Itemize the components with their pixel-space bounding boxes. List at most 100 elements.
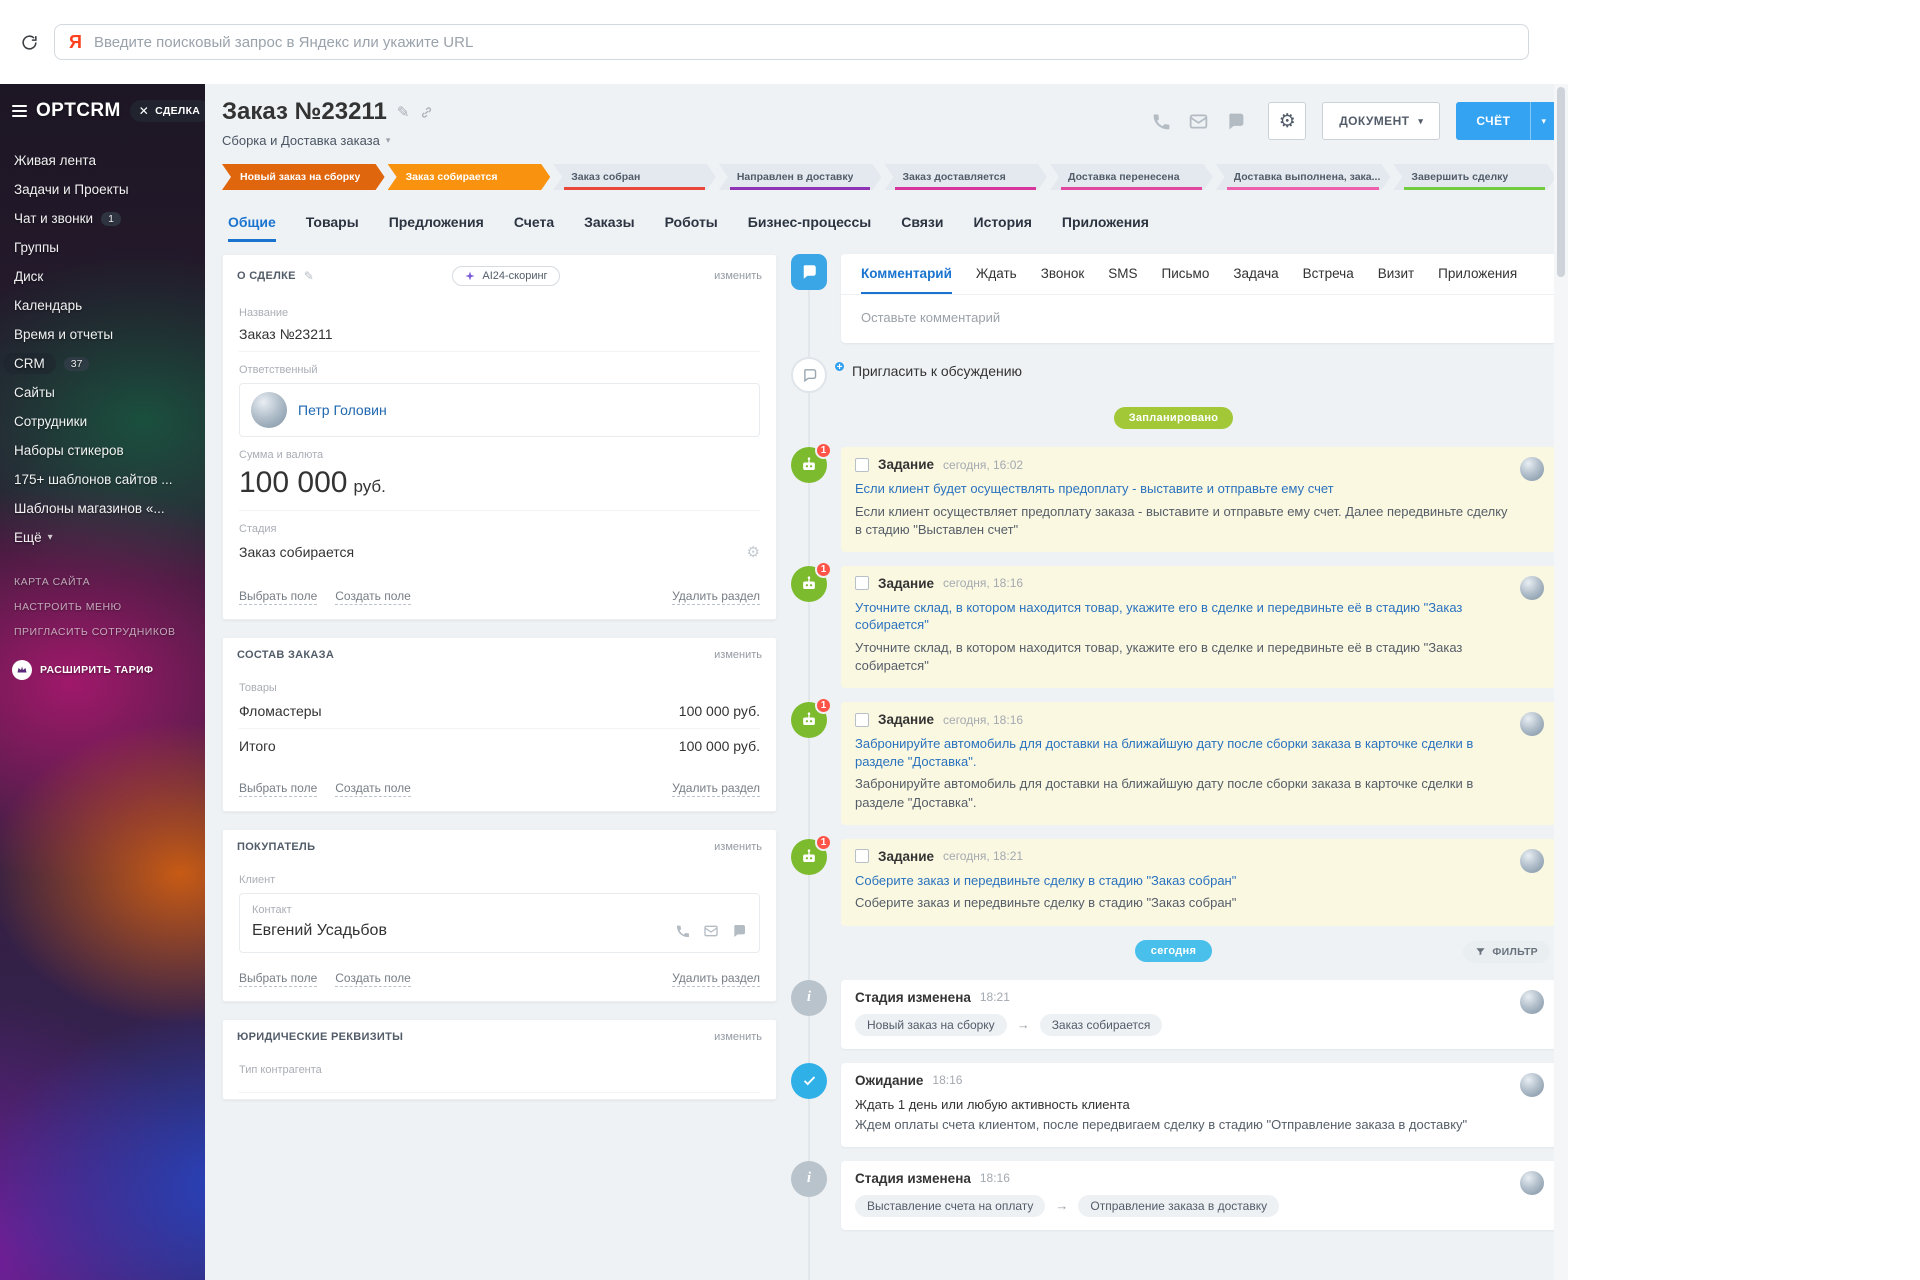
sidebar-item-crm[interactable]: CRM 37 bbox=[0, 349, 205, 378]
upgrade-plan-button[interactable]: РАСШИРИТЬ ТАРИФ bbox=[0, 660, 205, 680]
ai-scoring-button[interactable]: AI24-скоринг bbox=[452, 266, 560, 286]
tab-sms[interactable]: SMS bbox=[1108, 266, 1137, 294]
task-title-link[interactable]: Уточните склад, в котором находится това… bbox=[855, 599, 1510, 634]
settings-gear-button[interactable]: ⚙ bbox=[1268, 102, 1307, 140]
edit-section-link[interactable]: изменить bbox=[714, 841, 762, 853]
create-field-link[interactable]: Создать поле bbox=[335, 971, 411, 987]
invoice-button[interactable]: СЧЁТ ▾ bbox=[1456, 102, 1556, 140]
sidebar-item-sites[interactable]: Сайты bbox=[0, 378, 205, 407]
choose-field-link[interactable]: Выбрать поле bbox=[239, 781, 318, 797]
tab-wait[interactable]: Ждать bbox=[976, 266, 1017, 294]
tab-general[interactable]: Общие bbox=[228, 214, 276, 242]
edit-pencil-icon[interactable]: ✎ bbox=[397, 103, 410, 121]
tab-task[interactable]: Задача bbox=[1233, 266, 1278, 294]
copy-link-icon[interactable] bbox=[419, 105, 434, 120]
stage-finish-deal[interactable]: Завершить сделку bbox=[1393, 164, 1556, 190]
stage-order-assembling[interactable]: Заказ собирается bbox=[388, 164, 551, 190]
delete-section-link[interactable]: Удалить раздел bbox=[672, 589, 760, 605]
delete-section-link[interactable]: Удалить раздел bbox=[672, 971, 760, 987]
tab-invoices[interactable]: Счета bbox=[514, 214, 554, 242]
task-checkbox[interactable] bbox=[855, 457, 869, 472]
sidebar-link-sitemap[interactable]: КАРТА САЙТА bbox=[14, 576, 191, 588]
tab-call[interactable]: Звонок bbox=[1041, 266, 1085, 294]
scrollbar-thumb[interactable] bbox=[1557, 87, 1565, 277]
tab-business-processes[interactable]: Бизнес-процессы bbox=[748, 214, 871, 242]
sidebar-item-calendar[interactable]: Календарь bbox=[0, 291, 205, 320]
stage-sent-to-delivery[interactable]: Направлен в доставку bbox=[719, 164, 882, 190]
task-title-link[interactable]: Соберите заказ и передвиньте сделку в ст… bbox=[855, 872, 1510, 890]
task-checkbox[interactable] bbox=[855, 849, 869, 864]
delete-section-link[interactable]: Удалить раздел bbox=[672, 781, 760, 797]
browser-search-field[interactable]: Я bbox=[54, 24, 1529, 60]
contact-box[interactable]: Контакт Евгений Усадьбов bbox=[239, 893, 760, 953]
deal-funnel-selector[interactable]: Сборка и Доставка заказа ▾ bbox=[222, 133, 434, 148]
hamburger-menu-icon[interactable] bbox=[12, 105, 27, 117]
choose-field-link[interactable]: Выбрать поле bbox=[239, 971, 318, 987]
edit-section-link[interactable]: изменить bbox=[714, 649, 762, 661]
responsible-user-link[interactable]: Петр Головин bbox=[298, 402, 387, 418]
responsible-box[interactable]: Петр Головин bbox=[239, 383, 760, 437]
tab-robots[interactable]: Роботы bbox=[665, 214, 718, 242]
sidebar-item-live-feed[interactable]: Живая лента bbox=[0, 146, 205, 175]
phone-icon[interactable] bbox=[675, 923, 691, 939]
tab-meeting[interactable]: Встреча bbox=[1303, 266, 1354, 294]
refresh-icon[interactable] bbox=[16, 29, 42, 55]
sidebar-link-invite-employees[interactable]: ПРИГЛАСИТЬ СОТРУДНИКОВ bbox=[14, 626, 191, 638]
task-title-link[interactable]: Если клиент будет осуществлять предоплат… bbox=[855, 480, 1510, 498]
tab-history[interactable]: История bbox=[974, 214, 1032, 242]
task-checkbox[interactable] bbox=[855, 576, 869, 591]
sidebar-item-tasks[interactable]: Задачи и Проекты bbox=[0, 175, 205, 204]
tab-relations[interactable]: Связи bbox=[901, 214, 943, 242]
sidebar-item-time-reports[interactable]: Время и отчеты bbox=[0, 320, 205, 349]
close-icon[interactable]: ✕ bbox=[139, 105, 149, 117]
tab-email[interactable]: Письмо bbox=[1162, 266, 1210, 294]
chat-icon[interactable] bbox=[1225, 111, 1246, 132]
task-card[interactable]: Задание сегодня, 16:02 Если клиент будет… bbox=[841, 447, 1556, 552]
search-input[interactable] bbox=[93, 33, 1514, 51]
tab-comment[interactable]: Комментарий bbox=[861, 266, 952, 294]
phone-icon[interactable] bbox=[1151, 111, 1172, 132]
stage-order-assembled[interactable]: Заказ собран bbox=[553, 164, 716, 190]
deal-stage-value[interactable]: Заказ собирается bbox=[239, 544, 354, 560]
task-card[interactable]: Задание сегодня, 18:16 Забронируйте авто… bbox=[841, 702, 1556, 825]
tab-visit[interactable]: Визит bbox=[1378, 266, 1414, 294]
waiting-card[interactable]: Ожидание 18:16 Ждать 1 день или любую ак… bbox=[841, 1062, 1556, 1147]
task-card[interactable]: Задание сегодня, 18:16 Уточните склад, в… bbox=[841, 565, 1556, 689]
sidebar-item-chat[interactable]: Чат и звонки 1 bbox=[0, 204, 205, 233]
stage-change-card[interactable]: Стадия изменена 18:21 Новый заказ на сбо… bbox=[841, 979, 1556, 1049]
sidebar-item-shop-templates[interactable]: Шаблоны магазинов «... bbox=[0, 494, 205, 523]
tab-products[interactable]: Товары bbox=[306, 214, 359, 242]
task-checkbox[interactable] bbox=[855, 712, 869, 727]
choose-field-link[interactable]: Выбрать поле bbox=[239, 589, 318, 605]
stage-new-order[interactable]: Новый заказ на сборку bbox=[222, 164, 385, 190]
stage-delivery-postponed[interactable]: Доставка перенесена bbox=[1050, 164, 1213, 190]
stage-change-card[interactable]: Стадия изменена 18:16 Выставление счета … bbox=[841, 1160, 1556, 1230]
tab-apps[interactable]: Приложения bbox=[1438, 266, 1517, 294]
tab-orders[interactable]: Заказы bbox=[584, 214, 634, 242]
sidebar-link-configure-menu[interactable]: НАСТРОИТЬ МЕНЮ bbox=[14, 601, 191, 613]
counterparty-type-value[interactable] bbox=[239, 1076, 760, 1093]
tab-quotes[interactable]: Предложения bbox=[389, 214, 484, 242]
sidebar-item-site-templates[interactable]: 175+ шаблонов сайтов ... bbox=[0, 465, 205, 494]
deal-name-value[interactable]: Заказ №23211 bbox=[239, 319, 760, 352]
create-field-link[interactable]: Создать поле bbox=[335, 589, 411, 605]
scrollbar[interactable] bbox=[1554, 84, 1568, 1280]
task-card[interactable]: Задание сегодня, 18:21 Соберите заказ и … bbox=[841, 838, 1556, 926]
stage-order-delivering[interactable]: Заказ доставляется bbox=[884, 164, 1047, 190]
deal-tab-chip[interactable]: ✕ СДЕЛКА bbox=[129, 100, 205, 122]
document-button[interactable]: ДОКУМЕНТ ▾ bbox=[1322, 102, 1441, 140]
edit-pencil-icon[interactable]: ✎ bbox=[304, 269, 314, 283]
tab-apps[interactable]: Приложения bbox=[1062, 214, 1149, 242]
sidebar-item-employees[interactable]: Сотрудники bbox=[0, 407, 205, 436]
sidebar-item-disk[interactable]: Диск bbox=[0, 262, 205, 291]
create-field-link[interactable]: Создать поле bbox=[335, 781, 411, 797]
comment-input[interactable]: Оставьте комментарий bbox=[841, 295, 1556, 343]
app-logo[interactable]: OPTCRM bbox=[36, 100, 121, 122]
task-title-link[interactable]: Забронируйте автомобиль для доставки на … bbox=[855, 735, 1510, 770]
edit-section-link[interactable]: изменить bbox=[714, 1031, 762, 1043]
sidebar-item-more[interactable]: Ещё ▾ bbox=[0, 523, 205, 552]
chat-icon[interactable] bbox=[731, 923, 747, 939]
stage-settings-gear-icon[interactable]: ⚙ bbox=[747, 543, 760, 561]
edit-section-link[interactable]: изменить bbox=[714, 270, 762, 282]
sidebar-item-stickers[interactable]: Наборы стикеров bbox=[0, 436, 205, 465]
